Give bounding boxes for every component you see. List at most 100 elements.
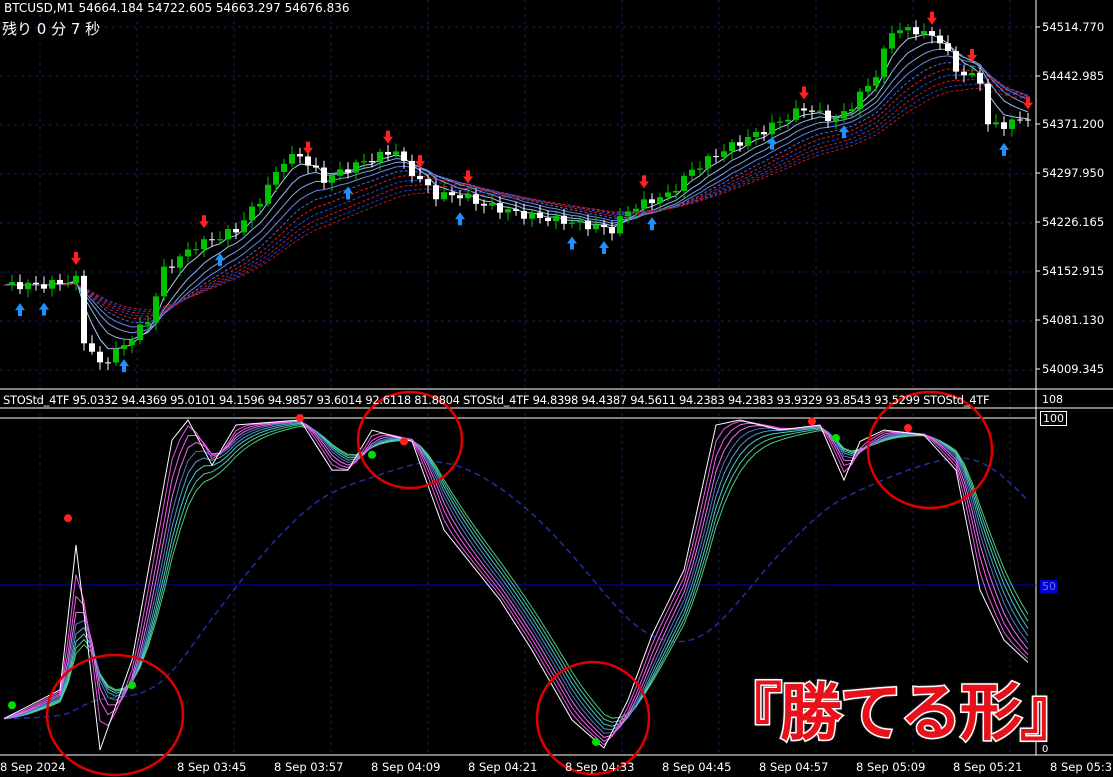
candle-body bbox=[721, 151, 727, 157]
highlight-circle bbox=[45, 653, 185, 777]
candle-body bbox=[521, 210, 527, 219]
candle-body bbox=[1017, 119, 1023, 121]
ma-fan-line bbox=[3, 83, 1029, 313]
candle-body bbox=[113, 348, 119, 363]
sell-arrow-icon bbox=[383, 130, 393, 144]
candle-body bbox=[177, 256, 183, 268]
time-tick-label: 8 Sep 04:45 bbox=[662, 760, 732, 774]
candle-body bbox=[761, 132, 767, 135]
candle-body bbox=[1001, 122, 1007, 129]
candle-body bbox=[17, 282, 23, 290]
candle-body bbox=[337, 169, 343, 176]
signal-dot bbox=[400, 437, 408, 446]
candle-body bbox=[745, 137, 751, 146]
candle-body bbox=[489, 203, 495, 206]
signal-dot bbox=[904, 424, 912, 433]
candle-body bbox=[665, 192, 671, 198]
candle-body bbox=[425, 179, 431, 186]
candle-body bbox=[697, 168, 703, 170]
candle-body bbox=[313, 165, 319, 168]
candle-body bbox=[689, 169, 695, 176]
level-100-label: 100 bbox=[1040, 411, 1067, 426]
candle-body bbox=[329, 175, 335, 183]
price-tick-label: 54081.130 bbox=[1042, 313, 1105, 327]
candle-body bbox=[625, 211, 631, 217]
candle-body bbox=[737, 142, 743, 146]
signal-dot bbox=[128, 681, 136, 690]
candle-body bbox=[465, 194, 471, 199]
sell-arrow-icon bbox=[463, 170, 473, 184]
sell-arrow-icon bbox=[967, 48, 977, 62]
candle-body bbox=[769, 122, 775, 135]
candle-body bbox=[577, 220, 583, 223]
price-tick-label: 54442.985 bbox=[1042, 69, 1105, 83]
candle-body bbox=[705, 156, 711, 169]
candle-body bbox=[193, 249, 199, 251]
time-tick-label: 8 Sep 05:09 bbox=[856, 760, 926, 774]
price-tick-label: 54514.770 bbox=[1042, 20, 1105, 34]
symbol-info: BTCUSD,M1 54664.184 54722.605 54663.297 … bbox=[4, 1, 350, 15]
candle-body bbox=[89, 343, 95, 352]
candle-body bbox=[169, 266, 175, 268]
candle-body bbox=[561, 215, 567, 224]
candle-body bbox=[937, 35, 943, 44]
price-tick-label: 54226.165 bbox=[1042, 215, 1105, 229]
ma-fan-line bbox=[3, 48, 1029, 334]
buy-arrow-icon bbox=[567, 236, 577, 250]
sell-arrow-icon bbox=[927, 11, 937, 25]
candle-body bbox=[809, 110, 815, 112]
candle-body bbox=[833, 118, 839, 121]
candle-body bbox=[57, 279, 63, 284]
candle-body bbox=[257, 203, 263, 207]
signal-dot bbox=[296, 414, 304, 422]
candle-body bbox=[993, 122, 999, 125]
candle-body bbox=[105, 362, 111, 364]
candle-body bbox=[33, 282, 39, 285]
candle-body bbox=[217, 239, 223, 241]
signal-dot bbox=[368, 450, 376, 459]
indicator-axis-top: 108 bbox=[1042, 393, 1063, 406]
sell-arrow-icon bbox=[71, 251, 81, 265]
candle-body bbox=[473, 194, 479, 204]
signal-dot bbox=[64, 514, 72, 523]
candle-body bbox=[449, 192, 455, 196]
candle-body bbox=[713, 156, 719, 158]
candle-body bbox=[537, 212, 543, 218]
candle-body bbox=[265, 184, 271, 204]
candle-body bbox=[385, 151, 391, 155]
candle-body bbox=[513, 209, 519, 211]
candle-body bbox=[73, 275, 79, 283]
highlight-circle bbox=[535, 660, 651, 776]
candle-body bbox=[161, 266, 167, 297]
candle-body bbox=[953, 51, 959, 72]
candle-body bbox=[457, 195, 463, 199]
candle-body bbox=[345, 169, 351, 173]
price-tick-label: 54009.345 bbox=[1042, 362, 1105, 376]
price-tick-label: 54152.915 bbox=[1042, 264, 1105, 278]
candle-body bbox=[681, 175, 687, 191]
candle-body bbox=[65, 282, 71, 284]
candle-body bbox=[153, 296, 159, 323]
candle-body bbox=[505, 209, 511, 213]
candle-body bbox=[793, 108, 799, 120]
candle-body bbox=[1025, 119, 1031, 121]
chart-canvas bbox=[0, 0, 1113, 777]
candle-body bbox=[873, 77, 879, 86]
buy-arrow-icon bbox=[647, 217, 657, 231]
candle-body bbox=[1009, 119, 1015, 129]
candle-body bbox=[233, 229, 239, 233]
candle-body bbox=[433, 185, 439, 200]
candle-body bbox=[673, 190, 679, 193]
highlight-circle bbox=[866, 390, 994, 510]
candle-body bbox=[633, 208, 639, 212]
time-tick-label: 8 Sep 04:33 bbox=[565, 760, 635, 774]
candle-body bbox=[241, 220, 247, 233]
ma-fan-line bbox=[3, 41, 1029, 340]
candle-body bbox=[817, 110, 823, 112]
annotation-text: 『勝てる形』 bbox=[718, 675, 1083, 751]
time-tick-label: 8 Sep 05:21 bbox=[953, 760, 1023, 774]
time-tick-label: 8 Sep 2024 bbox=[0, 760, 66, 774]
candle-body bbox=[185, 249, 191, 257]
candle-body bbox=[121, 345, 127, 349]
ma-fan-line bbox=[3, 55, 1029, 328]
